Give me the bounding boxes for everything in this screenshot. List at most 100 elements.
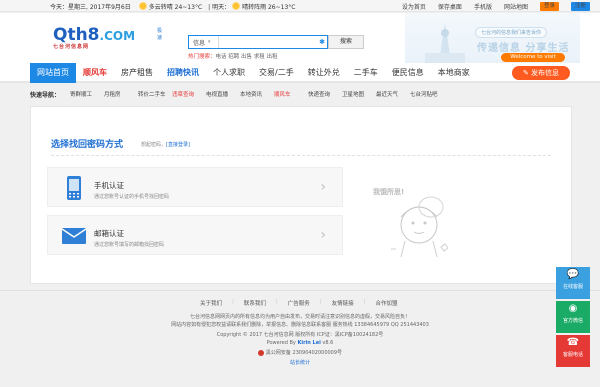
side-label: 客服电话 — [562, 352, 583, 358]
welcome-badge: Welcome to visit — [501, 53, 565, 62]
quick-nav-item[interactable]: 电视直播 — [206, 90, 240, 98]
hot-search: 热门搜索：电话 招聘 出售 求租 出租 — [188, 52, 278, 60]
nav-item-trade[interactable]: 交易/二手 — [252, 63, 301, 83]
phone-verification-option[interactable]: 手机认证 通过您账号认证的手机号找回密码 › — [47, 167, 343, 207]
wechat-button[interactable]: ◉ 官方微信 — [556, 301, 590, 333]
powered-version: v8.6 — [320, 340, 334, 346]
chevron-right-icon: › — [320, 227, 326, 243]
contact-line: 网站内容如有侵犯您权益请联系我们删除，举报信息、删除信息联系客服 服务热线 13… — [171, 322, 429, 328]
mobile-phone-icon — [62, 175, 86, 201]
option-description: 通过您账号填写的邮箱找回密码 — [94, 242, 165, 248]
tomorrow-label: | 明天： — [208, 3, 231, 11]
logo-tag: 极速 — [157, 28, 163, 41]
divider — [51, 155, 551, 156]
online-service-button[interactable]: 💬 在线客服 — [556, 267, 590, 299]
powered-name[interactable]: Kirin Lei — [297, 340, 320, 346]
disclaimer: 七台河信息网网页内的所有信息均为用户自由发布，交易时请注意识别信息的虚假，交易风… — [189, 314, 410, 320]
search-box: 信息 ✱ — [188, 35, 328, 49]
site-header: Qth8.COM 七台河信息网 极速 信息 ✱ 搜索 热门搜索：电话 招聘 出售… — [0, 13, 600, 63]
footer-link-ads[interactable]: 广告服务 — [288, 299, 310, 307]
footer-link-contact[interactable]: 联系我们 — [244, 299, 266, 307]
quick-nav-item[interactable]: 卫星地图 — [342, 90, 376, 98]
police-record-text: 黑公网安备 23090402000009号 — [265, 350, 343, 356]
footer-links: 关于我们 | 联系我们 | 广告服务 | 友情链接 | 合作加盟 — [200, 299, 398, 307]
search-button[interactable]: 搜索 — [328, 35, 364, 49]
sun-icon — [232, 2, 241, 10]
police-badge-icon — [257, 349, 264, 356]
quick-nav-item[interactable]: 月租房 — [104, 90, 138, 98]
header-banner: 七台河的信息我们来告诉你 传递信息 分享生活 Welcome to visit — [405, 13, 580, 63]
login-button[interactable]: 登录 — [539, 1, 559, 11]
option-title: 邮箱认证 — [94, 229, 124, 238]
post-info-button[interactable]: ✎ 发布信息 — [512, 66, 570, 80]
footer-link-about[interactable]: 关于我们 — [200, 299, 222, 307]
set-homepage-link[interactable]: 设为首页 — [402, 2, 426, 11]
side-label: 官方微信 — [562, 318, 583, 324]
direct-login-link[interactable]: [直接登录] — [166, 142, 190, 148]
current-date: 今天：星期三, 2017年9月6日 — [50, 3, 131, 11]
nav-item-used-car[interactable]: 二手车 — [347, 63, 385, 83]
quick-nav-item[interactable]: 最近天气 — [376, 90, 410, 98]
copyright: Copyright © 2017 七台河信息网 版权所有 ICP证：黑ICP备1… — [216, 332, 384, 338]
nav-item-job-seek[interactable]: 个人求职 — [206, 63, 252, 83]
login-hint-text: 想起密码， — [141, 142, 167, 148]
footer-link-friends[interactable]: 友情链接 — [332, 299, 354, 307]
quick-nav-item[interactable]: 转价二手车 — [138, 90, 172, 98]
sun-cloud-icon — [138, 2, 147, 10]
nav-item-jobs[interactable]: 招聘快讯 — [160, 63, 206, 83]
police-record[interactable]: 黑公网安备 23090402000009号 — [0, 349, 600, 356]
nav-item-carpool[interactable]: 顺风车 — [76, 63, 114, 83]
tower-illustration — [425, 23, 465, 63]
main-nav: 网站首页 顺风车 房产租售 招聘快讯 个人求职 交易/二手 转让外兑 二手车 便… — [0, 63, 600, 83]
hot-search-label: 热门搜索： — [188, 54, 216, 60]
phone-icon: ☎ — [566, 337, 580, 348]
weather-tomorrow-text: 晴转阵雨 26~13°C — [242, 3, 296, 11]
quick-nav-item[interactable]: 顺风车 — [274, 90, 308, 98]
banner-bubble: 七台河的信息我们来告诉你 — [475, 27, 548, 38]
register-button[interactable]: 注册 — [570, 1, 590, 11]
save-desktop-link[interactable]: 保存桌面 — [438, 2, 462, 11]
powered-prefix: Powered By — [266, 340, 298, 346]
site-map-link[interactable]: 网站地图 — [504, 2, 528, 11]
powered-by: Powered By Kirin Lei v8.6 — [0, 340, 600, 346]
nav-item-local-shops[interactable]: 本地商家 — [431, 63, 477, 83]
nav-item-housing[interactable]: 房产租售 — [114, 63, 160, 83]
weather-today: 多云转晴 24~13°C — [137, 2, 202, 11]
quick-nav-item[interactable]: 本地资讯 — [240, 90, 274, 98]
wechat-icon: ◉ — [568, 303, 578, 314]
quick-nav-item[interactable]: 违章查询 — [172, 90, 206, 98]
nav-item-transfer[interactable]: 转让外兑 — [301, 63, 347, 83]
service-phone-button[interactable]: ☎ 客服电话 — [556, 335, 590, 367]
stats-link[interactable]: 站长统计 — [0, 359, 600, 366]
mobile-version-link[interactable]: 手机版 — [474, 2, 492, 11]
email-verification-option[interactable]: 邮箱认证 通过您账号填写的邮箱找回密码 › — [47, 215, 343, 255]
option-description: 通过您账号认证的手机号找回密码 — [94, 194, 170, 200]
login-hint: 想起密码，[直接登录] — [141, 141, 190, 148]
site-footer: 关于我们 | 联系我们 | 广告服务 | 友情链接 | 合作加盟 七台河信息网网页内的所… — [0, 290, 600, 387]
chevron-right-icon: › — [320, 179, 326, 195]
quick-nav-item[interactable]: 快递查询 — [308, 90, 342, 98]
logo-text: Qth8 — [53, 25, 100, 45]
banner-slogan: 传递信息 分享生活 — [477, 43, 570, 54]
site-logo[interactable]: Qth8.COM 七台河信息网 极速 — [53, 25, 162, 50]
logo-com: .COM — [99, 29, 136, 43]
nav-item-services[interactable]: 便民信息 — [385, 63, 431, 83]
weather-today-text: 多云转晴 24~13°C — [148, 3, 203, 11]
search-input[interactable] — [219, 36, 317, 48]
paw-icon[interactable]: ✱ — [317, 38, 327, 46]
top-bar: 今天：星期三, 2017年9月6日 多云转晴 24~13°C | 明天： 晴转阵… — [0, 0, 600, 12]
quick-nav-item[interactable]: 寄群顺工 — [70, 90, 104, 98]
chat-bubble-icon: 💬 — [566, 269, 580, 280]
quick-nav-label: 快速导航： — [30, 91, 61, 99]
footer-link-partner[interactable]: 合作加盟 — [376, 299, 398, 307]
weather-tomorrow: | 明天： 晴转阵雨 26~13°C — [208, 2, 295, 11]
search-category-select[interactable]: 信息 — [189, 36, 219, 48]
quick-nav-item[interactable]: 七台河贴吧 — [410, 90, 444, 98]
side-label: 在线客服 — [562, 284, 583, 290]
email-envelope-icon — [62, 223, 86, 249]
hot-search-terms[interactable]: 电话 招聘 出售 求租 出租 — [216, 54, 278, 60]
nav-item-home[interactable]: 网站首页 — [30, 63, 76, 83]
page-title: 选择找回密码方式 — [51, 140, 124, 150]
quick-nav: 快速导航： 寄群顺工 月租房 转价二手车 违章查询 电视直播 本地资讯 顺风车 … — [30, 86, 572, 102]
password-recovery-panel: 选择找回密码方式 想起密码，[直接登录] 手机认证 通过您账号认证的手机号找回密… — [30, 106, 572, 284]
